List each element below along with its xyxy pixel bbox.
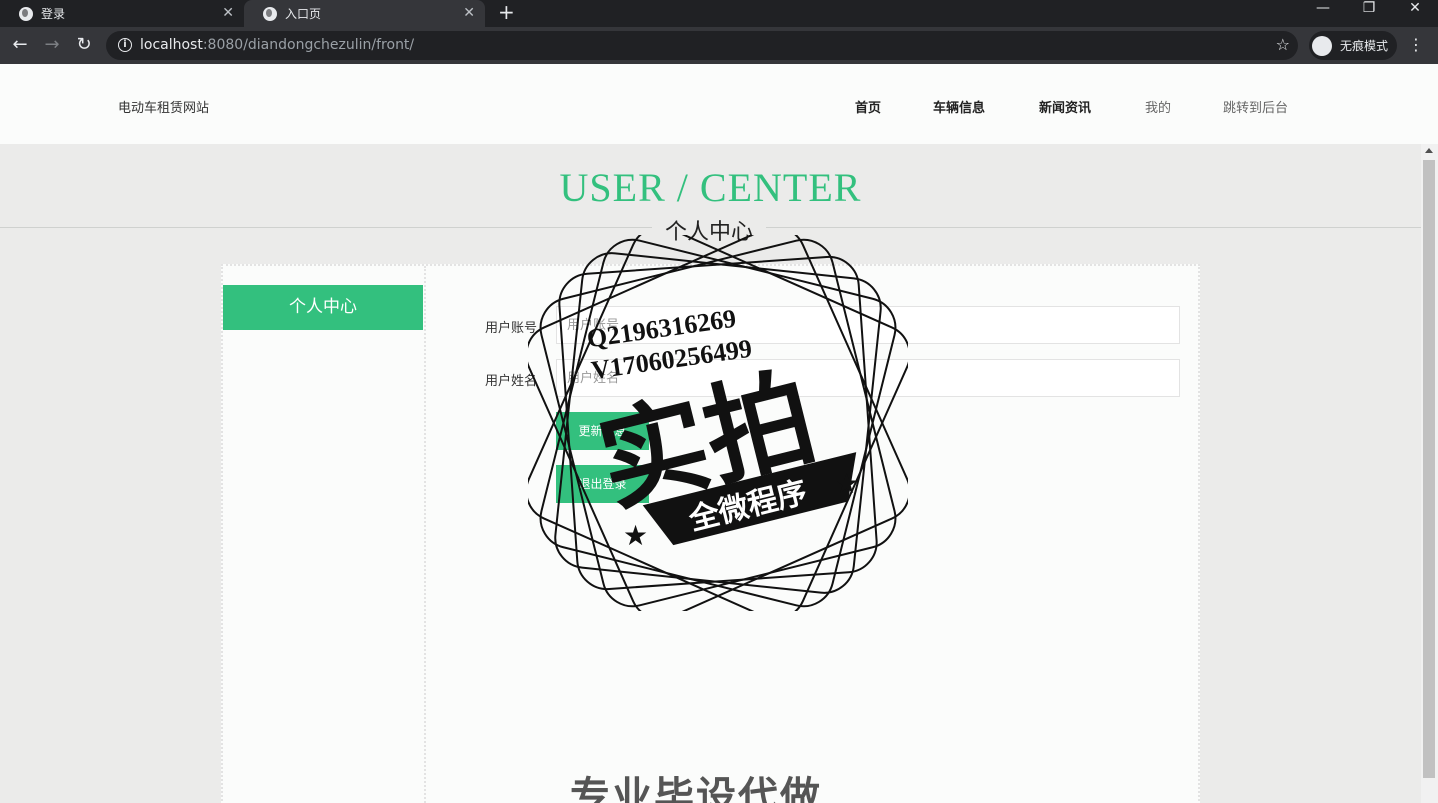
star-icon: ★ [623, 519, 648, 552]
sidebar-item-user-center[interactable]: 个人中心 [223, 285, 423, 330]
nav-mine[interactable]: 我的 [1145, 97, 1171, 116]
star-icon: ★ [834, 467, 859, 500]
site-title[interactable]: 电动车租赁网站 [118, 97, 209, 116]
nav-news[interactable]: 新闻资讯 [1039, 97, 1091, 116]
tab-title: 登录 [41, 7, 66, 21]
address-bar[interactable]: i localhost:8080/diandongchezulin/front/… [106, 31, 1298, 60]
nav-vehicles[interactable]: 车辆信息 [933, 97, 985, 116]
nav-admin[interactable]: 跳转到后台 [1223, 97, 1288, 116]
minimize-icon[interactable]: — [1300, 0, 1346, 27]
incognito-icon [1312, 35, 1332, 56]
forward-icon[interactable]: → [40, 34, 64, 58]
tab-title: 入口页 [285, 7, 322, 21]
browser-toolbar: ← → ↻ i localhost:8080/diandongchezulin/… [0, 27, 1438, 64]
url-path: :8080/diandongchezulin/front/ [202, 37, 415, 53]
browser-tab-entry[interactable]: 入口页 ✕ [244, 0, 485, 27]
restore-icon[interactable]: ❐ [1346, 0, 1392, 27]
bookmark-star-icon[interactable]: ☆ [1276, 35, 1290, 54]
url-host: localhost [140, 37, 203, 53]
url-text: localhost:8080/diandongchezulin/front/ [140, 37, 414, 53]
incognito-indicator[interactable]: 无痕模式 [1309, 31, 1397, 60]
watermark-stamp: Q2196316269 V17060256499 实拍 全微程序 ★ ★ [528, 235, 908, 611]
close-tab-icon[interactable]: ✕ [222, 5, 234, 21]
new-tab-button[interactable]: + [498, 0, 515, 27]
nav-home[interactable]: 首页 [855, 97, 881, 116]
incognito-label: 无痕模式 [1340, 39, 1389, 53]
back-icon[interactable]: ← [8, 34, 32, 58]
site-header: 电动车租赁网站 首页 车辆信息 新闻资讯 我的 跳转到后台 [0, 64, 1438, 144]
sidebar: 个人中心 [223, 266, 426, 803]
close-tab-icon[interactable]: ✕ [463, 5, 475, 21]
browser-tab-bar: 登录 ✕ 入口页 ✕ + — ❐ ✕ [0, 0, 1438, 27]
browser-tab-login[interactable]: 登录 ✕ [0, 0, 244, 27]
globe-icon [19, 6, 33, 21]
window-close-icon[interactable]: ✕ [1392, 0, 1438, 27]
site-info-icon[interactable]: i [118, 38, 132, 52]
globe-icon [263, 6, 277, 21]
page-title-en: USER / CENTER [559, 165, 862, 210]
scroll-up-icon[interactable] [1425, 148, 1433, 153]
watermark-bottom-text: 专业毕设代做 [570, 774, 822, 803]
reload-icon[interactable]: ↻ [72, 34, 96, 58]
browser-menu-icon[interactable]: ⋮ [1408, 35, 1424, 54]
scrollbar-thumb[interactable] [1423, 160, 1435, 778]
page-scrollbar[interactable] [1421, 144, 1438, 803]
